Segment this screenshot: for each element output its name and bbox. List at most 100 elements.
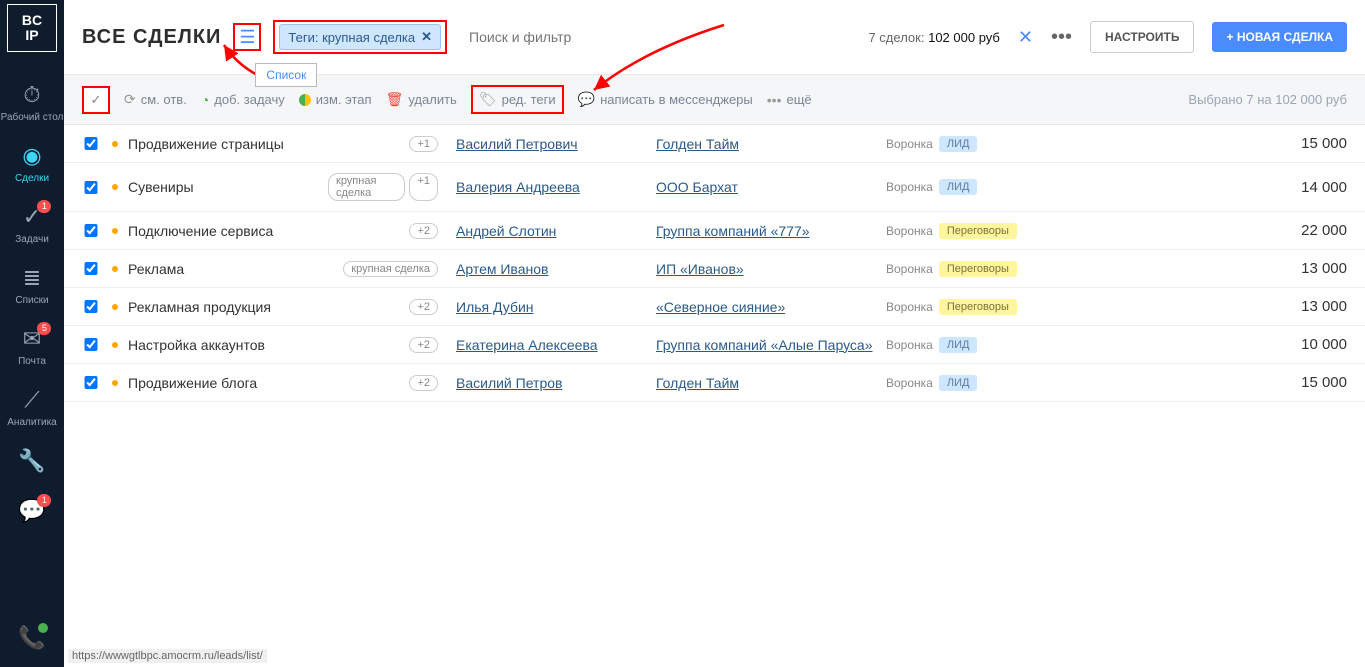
- tag-pill[interactable]: +2: [409, 223, 438, 239]
- tag-pill[interactable]: +2: [409, 337, 438, 353]
- company-link[interactable]: Голден Тайм: [656, 375, 886, 391]
- deal-name[interactable]: Продвижение блога: [128, 375, 328, 391]
- more-actions[interactable]: •••ещё: [767, 92, 812, 108]
- table-row[interactable]: Настройка аккаунтов +2 Екатерина Алексее…: [64, 326, 1365, 364]
- nav-item[interactable]: 💬1: [1, 488, 64, 538]
- row-checkbox[interactable]: [82, 181, 100, 194]
- chat-icon: 💬: [578, 91, 595, 108]
- sidebar: BC IP ⏱Рабочий стол◉Сделки✓Задачи1≣Списк…: [0, 0, 64, 667]
- manager-link[interactable]: Илья Дубин: [456, 299, 656, 315]
- deals-summary: 7 сделок: 102 000 руб: [868, 30, 999, 45]
- status-dot-icon: [112, 380, 118, 386]
- deal-name[interactable]: Настройка аккаунтов: [128, 337, 328, 353]
- nav-icon: ≣: [1, 265, 64, 291]
- stage-badge[interactable]: ЛИД: [939, 337, 978, 353]
- row-checkbox[interactable]: [82, 224, 100, 237]
- deal-name[interactable]: Реклама: [128, 261, 328, 277]
- manager-link[interactable]: Андрей Слотин: [456, 223, 656, 239]
- nav-Почта[interactable]: ✉Почта5: [1, 316, 64, 377]
- tag-pill[interactable]: +1: [409, 173, 438, 201]
- filter-box: Теги: крупная сделка ✕: [273, 20, 447, 54]
- status-dot-icon: [112, 228, 118, 234]
- manager-link[interactable]: Екатерина Алексеева: [456, 337, 656, 353]
- messengers-action[interactable]: 💬написать в мессенджеры: [578, 91, 753, 108]
- table-row[interactable]: Продвижение блога +2 Василий Петров Голд…: [64, 364, 1365, 402]
- tag-icon: 🏷: [479, 91, 497, 108]
- nav-Аналитика[interactable]: ⟋Аналитика: [1, 377, 64, 438]
- stage-badge[interactable]: Переговоры: [939, 223, 1017, 239]
- company-link[interactable]: «Северное сияние»: [656, 299, 886, 315]
- row-checkbox[interactable]: [82, 137, 100, 150]
- selection-summary: Выбрано 7 на 102 000 руб: [1188, 92, 1347, 107]
- nav-Списки[interactable]: ≣Списки: [1, 255, 64, 316]
- tag-pill[interactable]: крупная сделка: [328, 173, 405, 201]
- stage-badge[interactable]: Переговоры: [939, 299, 1017, 315]
- stage-badge[interactable]: ЛИД: [939, 375, 978, 391]
- funnel-label: Воронка: [886, 262, 933, 276]
- manager-link[interactable]: Артем Иванов: [456, 261, 656, 277]
- row-checkbox[interactable]: [82, 376, 100, 389]
- company-link[interactable]: Голден Тайм: [656, 136, 886, 152]
- deal-amount: 10 000: [1301, 336, 1347, 353]
- delete-action[interactable]: 🗑удалить: [386, 91, 457, 108]
- phone-icon[interactable]: 📞: [0, 625, 64, 651]
- row-checkbox[interactable]: [82, 300, 100, 313]
- tag-pill[interactable]: +2: [409, 375, 438, 391]
- top-right: 7 сделок: 102 000 руб ✕ ••• НАСТРОИТЬ + …: [868, 21, 1347, 53]
- nav-icon: ⏱: [1, 82, 64, 108]
- new-deal-button[interactable]: + НОВАЯ СДЕЛКА: [1212, 22, 1347, 52]
- change-stage-action[interactable]: изм. этап: [299, 92, 372, 107]
- company-link[interactable]: Группа компаний «Алые Паруса»: [656, 337, 886, 353]
- funnel-label: Воронка: [886, 338, 933, 352]
- nav-Сделки[interactable]: ◉Сделки: [1, 133, 64, 194]
- deal-name[interactable]: Сувениры: [128, 179, 328, 195]
- tag-pill[interactable]: +1: [409, 136, 438, 152]
- funnel-label: Воронка: [886, 137, 933, 151]
- list-view-toggle[interactable]: ☰ Список: [233, 23, 261, 51]
- stage-badge[interactable]: ЛИД: [939, 136, 978, 152]
- filter-tag[interactable]: Теги: крупная сделка ✕: [279, 24, 441, 50]
- stage-badge[interactable]: Переговоры: [939, 261, 1017, 277]
- add-task-action[interactable]: ◔доб. задачу: [201, 92, 285, 108]
- funnel-label: Воронка: [886, 224, 933, 238]
- nav-Задачи[interactable]: ✓Задачи1: [1, 194, 64, 255]
- status-dot-icon: [112, 342, 118, 348]
- clock-icon: ◔: [201, 92, 209, 108]
- nav-icon: 💬: [1, 498, 64, 524]
- table-row[interactable]: Рекламная продукция +2 Илья Дубин «Север…: [64, 288, 1365, 326]
- row-checkbox[interactable]: [82, 262, 100, 275]
- topbar: ВСЕ СДЕЛКИ ☰ Список Теги: крупная сделка…: [64, 0, 1365, 74]
- deal-name[interactable]: Рекламная продукция: [128, 299, 328, 315]
- deal-name[interactable]: Подключение сервиса: [128, 223, 328, 239]
- select-all-checkbox[interactable]: ✓: [82, 86, 110, 114]
- more-menu-icon[interactable]: •••: [1051, 26, 1072, 49]
- configure-button[interactable]: НАСТРОИТЬ: [1090, 21, 1195, 53]
- nav-item[interactable]: 🔧: [1, 438, 64, 488]
- table-row[interactable]: Реклама крупная сделка Артем Иванов ИП «…: [64, 250, 1365, 288]
- nav-Рабочий стол[interactable]: ⏱Рабочий стол: [1, 72, 64, 133]
- company-link[interactable]: ООО Бархат: [656, 179, 886, 195]
- status-dot-icon: [112, 184, 118, 190]
- funnel-label: Воронка: [886, 376, 933, 390]
- table-row[interactable]: Продвижение страницы +1 Василий Петрович…: [64, 125, 1365, 163]
- manager-link[interactable]: Василий Петров: [456, 375, 656, 391]
- search-input[interactable]: [459, 25, 599, 49]
- clear-filters-icon[interactable]: ✕: [1018, 27, 1033, 48]
- deal-amount: 13 000: [1301, 260, 1347, 277]
- tag-pill[interactable]: крупная сделка: [343, 261, 438, 277]
- table-row[interactable]: Подключение сервиса +2 Андрей Слотин Гру…: [64, 212, 1365, 250]
- stage-badge[interactable]: ЛИД: [939, 179, 978, 195]
- manager-link[interactable]: Василий Петрович: [456, 136, 656, 152]
- edit-tags-action[interactable]: 🏷ред. теги: [471, 85, 564, 114]
- tag-pill[interactable]: +2: [409, 299, 438, 315]
- change-owner-action[interactable]: ⟳см. отв.: [124, 91, 187, 108]
- table-row[interactable]: Сувениры крупная сделка+1 Валерия Андрее…: [64, 163, 1365, 212]
- manager-link[interactable]: Валерия Андреева: [456, 179, 656, 195]
- company-link[interactable]: Группа компаний «777»: [656, 223, 886, 239]
- status-dot-icon: [112, 304, 118, 310]
- nav-icon: ✉: [1, 326, 64, 352]
- row-checkbox[interactable]: [82, 338, 100, 351]
- deal-name[interactable]: Продвижение страницы: [128, 136, 328, 152]
- remove-filter-icon[interactable]: ✕: [421, 29, 432, 45]
- company-link[interactable]: ИП «Иванов»: [656, 261, 886, 277]
